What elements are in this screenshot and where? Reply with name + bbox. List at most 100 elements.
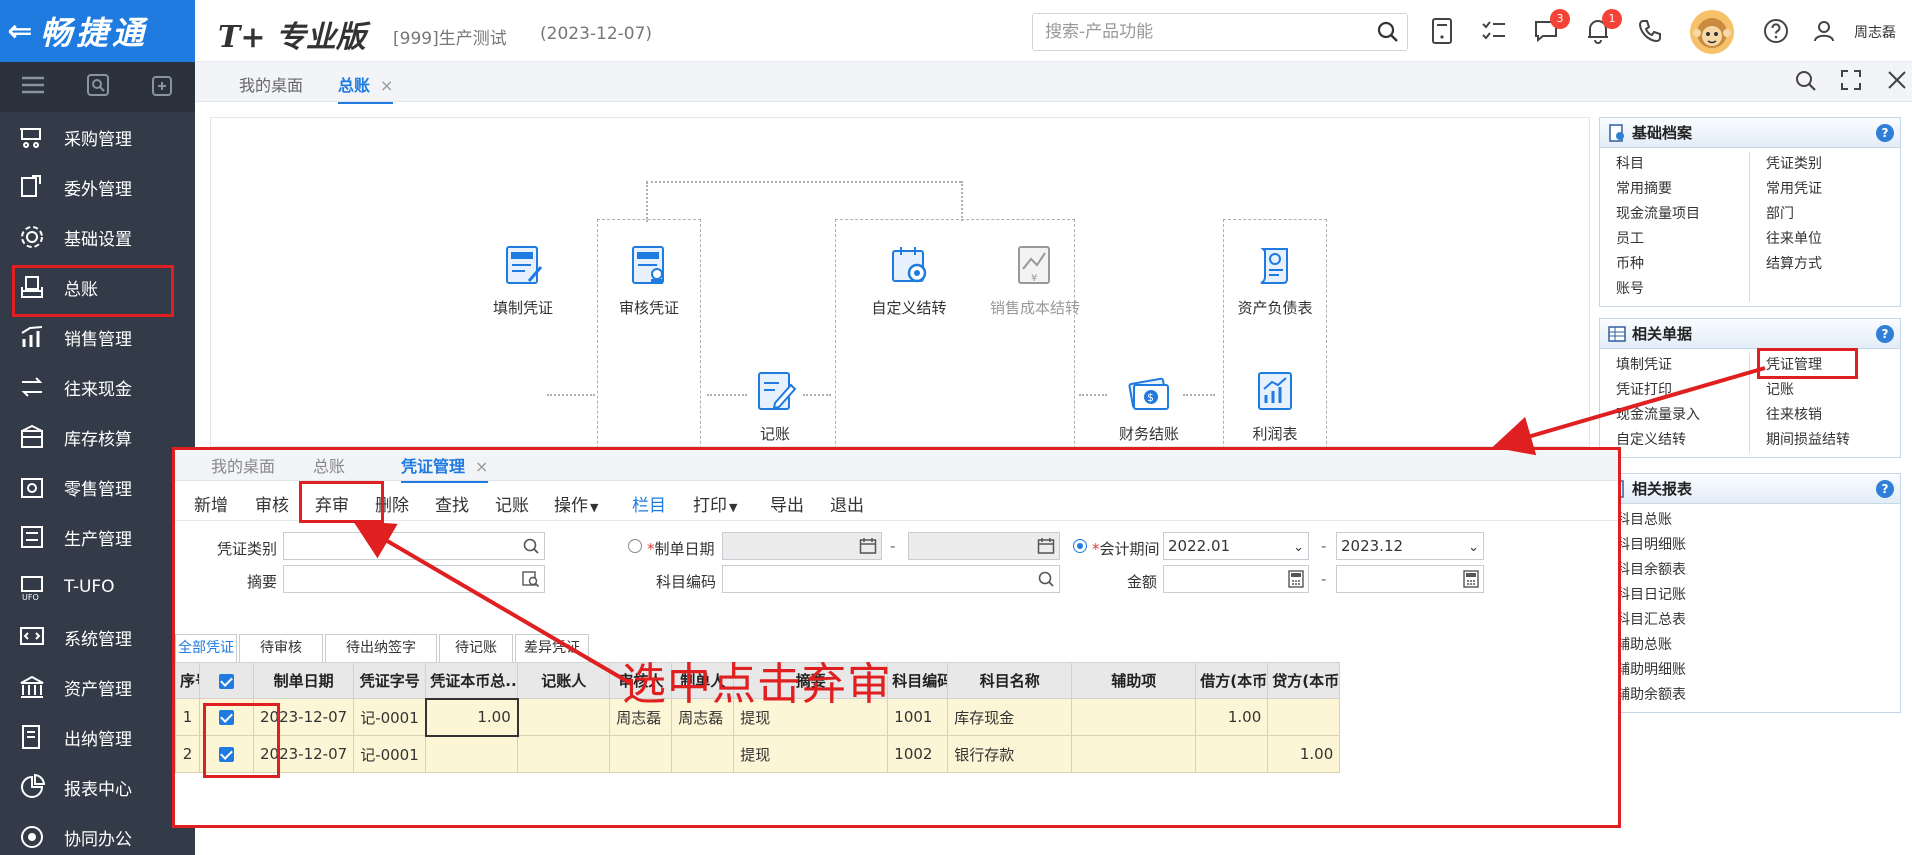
panel-link[interactable]: 往来单位 xyxy=(1766,227,1900,252)
panel-link[interactable]: 员工 xyxy=(1616,227,1749,252)
flow-period-close[interactable]: $ 财务结账 xyxy=(1094,369,1204,444)
help-icon[interactable]: ? xyxy=(1876,479,1894,498)
flow-connector xyxy=(646,182,648,222)
sidebar-item-system[interactable]: 系统管理 xyxy=(0,612,195,662)
panel-link[interactable]: 辅助明细账 xyxy=(1616,658,1750,683)
help-icon[interactable]: ? xyxy=(1876,123,1894,142)
sidebar-item-report[interactable]: 报表中心 xyxy=(0,762,195,812)
flow-income-statement[interactable]: 利润表 xyxy=(1220,369,1330,444)
fullscreen-icon[interactable] xyxy=(1841,70,1865,94)
sidebar-item-label: 采购管理 xyxy=(64,129,132,150)
panel-link[interactable]: 科目日记账 xyxy=(1616,583,1750,608)
panel-link[interactable]: 常用凭证 xyxy=(1766,177,1900,202)
income-statement-icon xyxy=(1258,372,1292,410)
panel-link[interactable]: 期间损益结转 xyxy=(1766,428,1900,453)
help-icon[interactable]: ? xyxy=(1876,324,1894,343)
fill-voucher-icon xyxy=(506,246,543,284)
phone-icon[interactable] xyxy=(1636,17,1664,45)
panel-link[interactable]: 科目明细账 xyxy=(1616,533,1750,558)
menu-search-icon[interactable] xyxy=(65,73,130,101)
purchase-icon xyxy=(0,123,64,151)
panel-link[interactable]: 凭证类别 xyxy=(1766,152,1900,177)
sidebar-item-cashier[interactable]: 出纳管理 xyxy=(0,712,195,762)
menu-icon[interactable] xyxy=(0,75,65,99)
sidebar-item-retail[interactable]: 零售管理 xyxy=(0,462,195,512)
search-input[interactable] xyxy=(1033,14,1353,50)
link-column: 科目 常用摘要 现金流量项目 员工 币种 账号 xyxy=(1600,152,1750,302)
notification-bell-icon[interactable]: 1 xyxy=(1584,9,1622,45)
panel-link[interactable]: 科目汇总表 xyxy=(1616,608,1750,633)
sidebar: 采购管理 委外管理 基础设置 总账 销售管理 往来现金 库存核算 零售管理 生产管理 UFO T-U… xyxy=(0,62,195,855)
panel-link[interactable]: 部门 xyxy=(1766,202,1900,227)
back-arrow-icon[interactable]: ⇐ xyxy=(0,14,40,49)
sidebar-item-settings[interactable]: 基础设置 xyxy=(0,212,195,262)
flow-connector xyxy=(547,394,595,396)
sidebar-item-label: 资产管理 xyxy=(64,679,132,700)
panel-link[interactable]: 现金流量录入 xyxy=(1616,403,1749,428)
panel-link[interactable]: 辅助总账 xyxy=(1616,633,1750,658)
flow-audit-voucher[interactable]: 审核凭证 xyxy=(594,243,704,318)
sidebar-item-cash[interactable]: 往来现金 xyxy=(0,362,195,412)
panel-link[interactable]: 结算方式 xyxy=(1766,252,1900,277)
search-box[interactable] xyxy=(1032,13,1408,51)
account-name[interactable]: [999]生产测试 xyxy=(393,24,507,49)
sidebar-item-ufo[interactable]: UFO T-UFO xyxy=(0,562,195,612)
calculator-icon[interactable] xyxy=(1428,17,1456,45)
panel-link[interactable]: 辅助余额表 xyxy=(1616,683,1750,708)
panel-link[interactable]: 科目余额表 xyxy=(1616,558,1750,583)
post-ledger-icon xyxy=(758,372,797,410)
panel-link[interactable]: 科目总账 xyxy=(1616,508,1750,533)
tab-close-icon[interactable]: × xyxy=(380,76,393,95)
window-search-icon[interactable] xyxy=(1795,70,1819,94)
sidebar-item-label: 生产管理 xyxy=(64,529,132,550)
sidebar-item-asset[interactable]: 资产管理 xyxy=(0,662,195,712)
annotation-text: 选中点击弃审 xyxy=(622,659,892,710)
close-window-icon[interactable] xyxy=(1887,70,1911,94)
custom-transfer-icon xyxy=(892,247,927,283)
svg-text:$: $ xyxy=(1147,391,1154,404)
flow-post[interactable]: 记账 xyxy=(720,369,830,444)
sidebar-item-sales[interactable]: 销售管理 xyxy=(0,312,195,362)
flow-fill-voucher[interactable]: 填制凭证 xyxy=(468,243,578,318)
sidebar-item-collab[interactable]: 协同办公 xyxy=(0,812,195,855)
search-icon[interactable] xyxy=(1377,21,1399,47)
panel-link[interactable]: 币种 xyxy=(1616,252,1749,277)
production-icon xyxy=(0,523,64,551)
period-close-icon: $ xyxy=(1128,377,1169,410)
panel-link[interactable]: 自定义结转 xyxy=(1616,428,1749,453)
tab-desktop[interactable]: 我的桌面 xyxy=(239,72,303,96)
brand-name: 畅捷通 xyxy=(40,14,149,52)
link-column: 填制凭证 凭证打印 现金流量录入 自定义结转 xyxy=(1600,353,1750,453)
user-name[interactable]: 周志磊 xyxy=(1854,22,1896,42)
flow-custom-transfer[interactable]: 自定义结转 xyxy=(854,243,964,318)
add-shortcut-icon[interactable] xyxy=(130,73,195,101)
panel-link[interactable]: 科目 xyxy=(1616,152,1749,177)
help-icon[interactable] xyxy=(1762,17,1790,45)
brand-logo[interactable]: ⇐ 畅捷通 xyxy=(0,0,195,62)
highlight-ledger-menu xyxy=(12,265,174,317)
outsource-icon xyxy=(0,173,64,201)
balance-sheet-icon xyxy=(1260,248,1288,284)
sidebar-item-label: 系统管理 xyxy=(64,629,132,650)
panel-link[interactable]: 账号 xyxy=(1616,277,1749,302)
flow-balance-sheet[interactable]: 资产负债表 xyxy=(1220,243,1330,318)
sidebar-item-production[interactable]: 生产管理 xyxy=(0,512,195,562)
panel-link[interactable]: 凭证打印 xyxy=(1616,378,1749,403)
sidebar-item-outsource[interactable]: 委外管理 xyxy=(0,162,195,212)
task-list-icon[interactable] xyxy=(1480,17,1508,45)
panel-link[interactable]: 常用摘要 xyxy=(1616,177,1749,202)
user-icon[interactable] xyxy=(1810,17,1838,45)
retail-icon xyxy=(0,473,64,501)
tab-ledger[interactable]: 总账 × xyxy=(338,72,394,104)
message-icon[interactable]: 3 xyxy=(1532,9,1570,45)
user-avatar[interactable] xyxy=(1690,10,1734,54)
panel-link[interactable]: 现金流量项目 xyxy=(1616,202,1749,227)
top-bar: ⇐ 畅捷通 T+ 专业版 [999]生产测试 (2023-12-07) 3 1 … xyxy=(0,0,1912,62)
sidebar-item-inventory[interactable]: 库存核算 xyxy=(0,412,195,462)
panel-link[interactable]: 记账 xyxy=(1766,378,1900,403)
flow-sales-cost-transfer[interactable]: ¥ 销售成本结转 xyxy=(975,243,1095,318)
panel-link[interactable]: 填制凭证 xyxy=(1616,353,1749,378)
sidebar-item-purchase[interactable]: 采购管理 xyxy=(0,112,195,162)
sidebar-item-label: 出纳管理 xyxy=(64,729,132,750)
panel-link[interactable]: 往来核销 xyxy=(1766,403,1900,428)
